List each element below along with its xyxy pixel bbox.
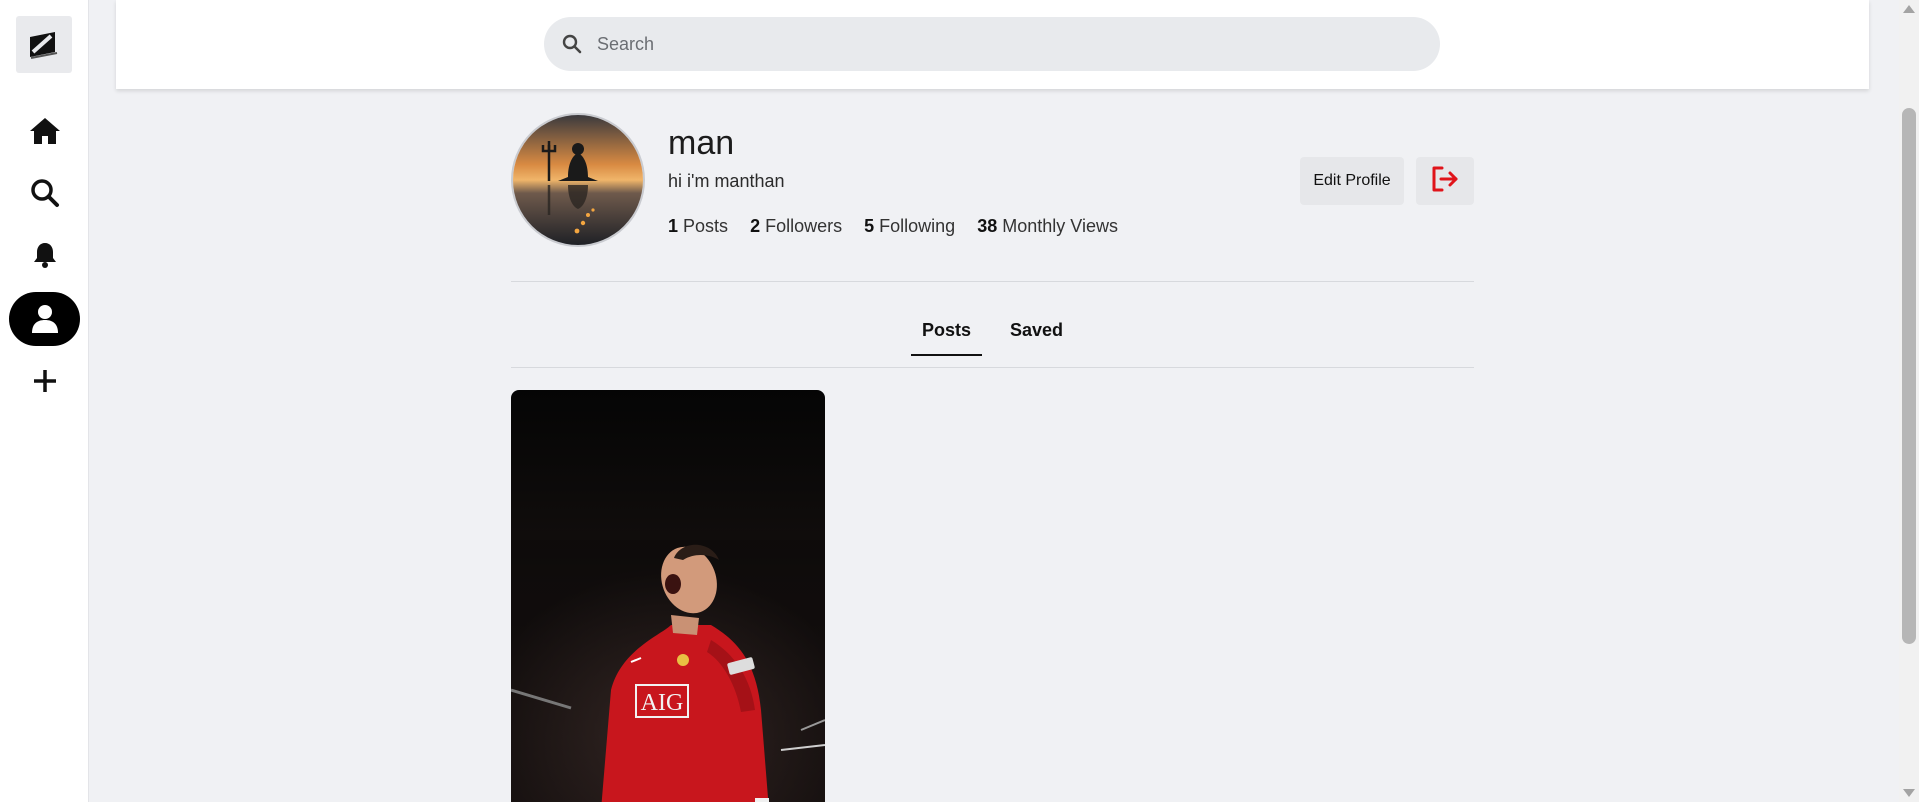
stat-followers-count: 2 [750, 216, 761, 236]
stat-posts: 1 Posts [668, 216, 728, 237]
tab-posts[interactable]: Posts [922, 320, 971, 341]
sidebar-item-home[interactable] [9, 104, 80, 158]
logout-button[interactable] [1416, 157, 1474, 205]
tabs-divider [511, 367, 1474, 368]
profile-bio: hi i'm manthan [668, 171, 785, 191]
stat-views-label: Monthly Views [1002, 216, 1118, 236]
stat-following[interactable]: 5 Following [864, 216, 955, 237]
jersey-sponsor-text: AIG [641, 690, 684, 716]
edit-profile-button[interactable]: Edit Profile [1300, 157, 1404, 205]
post-thumbnail[interactable]: AIG [511, 390, 825, 802]
app-logo-icon[interactable] [16, 16, 72, 73]
stat-posts-count: 1 [668, 216, 679, 236]
search-bar[interactable] [544, 17, 1440, 71]
bell-icon [33, 242, 57, 268]
profile-username: man [668, 124, 735, 162]
sidebar [0, 0, 89, 802]
profile-tabs: Posts Saved [0, 310, 1919, 360]
stat-views-count: 38 [977, 216, 998, 236]
search-icon [30, 178, 60, 208]
sidebar-item-create[interactable] [9, 354, 80, 408]
home-icon [29, 116, 61, 146]
scroll-up-arrow-icon[interactable] [1903, 5, 1915, 13]
scroll-thumb[interactable] [1902, 108, 1916, 644]
plus-icon [32, 368, 58, 394]
top-header [116, 0, 1869, 89]
profile-stats: 1 Posts 2 Followers 5 Following 38 Month… [668, 216, 1118, 237]
stat-followers-label: Followers [765, 216, 843, 236]
stat-views: 38 Monthly Views [977, 216, 1118, 237]
page-scrollbar[interactable] [1899, 0, 1919, 802]
logout-icon [1430, 165, 1460, 198]
search-input[interactable] [597, 33, 1377, 55]
tab-saved[interactable]: Saved [1010, 320, 1063, 341]
sidebar-item-notifications[interactable] [9, 228, 80, 282]
search-icon [561, 33, 583, 55]
stat-posts-label: Posts [683, 216, 729, 236]
stat-following-count: 5 [864, 216, 875, 236]
stat-followers[interactable]: 2 Followers [750, 216, 842, 237]
sidebar-item-search[interactable] [9, 166, 80, 220]
avatar [511, 113, 645, 247]
active-tab-indicator [911, 354, 982, 356]
profile-divider [511, 281, 1474, 282]
scroll-down-arrow-icon[interactable] [1903, 789, 1915, 797]
stat-following-label: Following [879, 216, 956, 236]
